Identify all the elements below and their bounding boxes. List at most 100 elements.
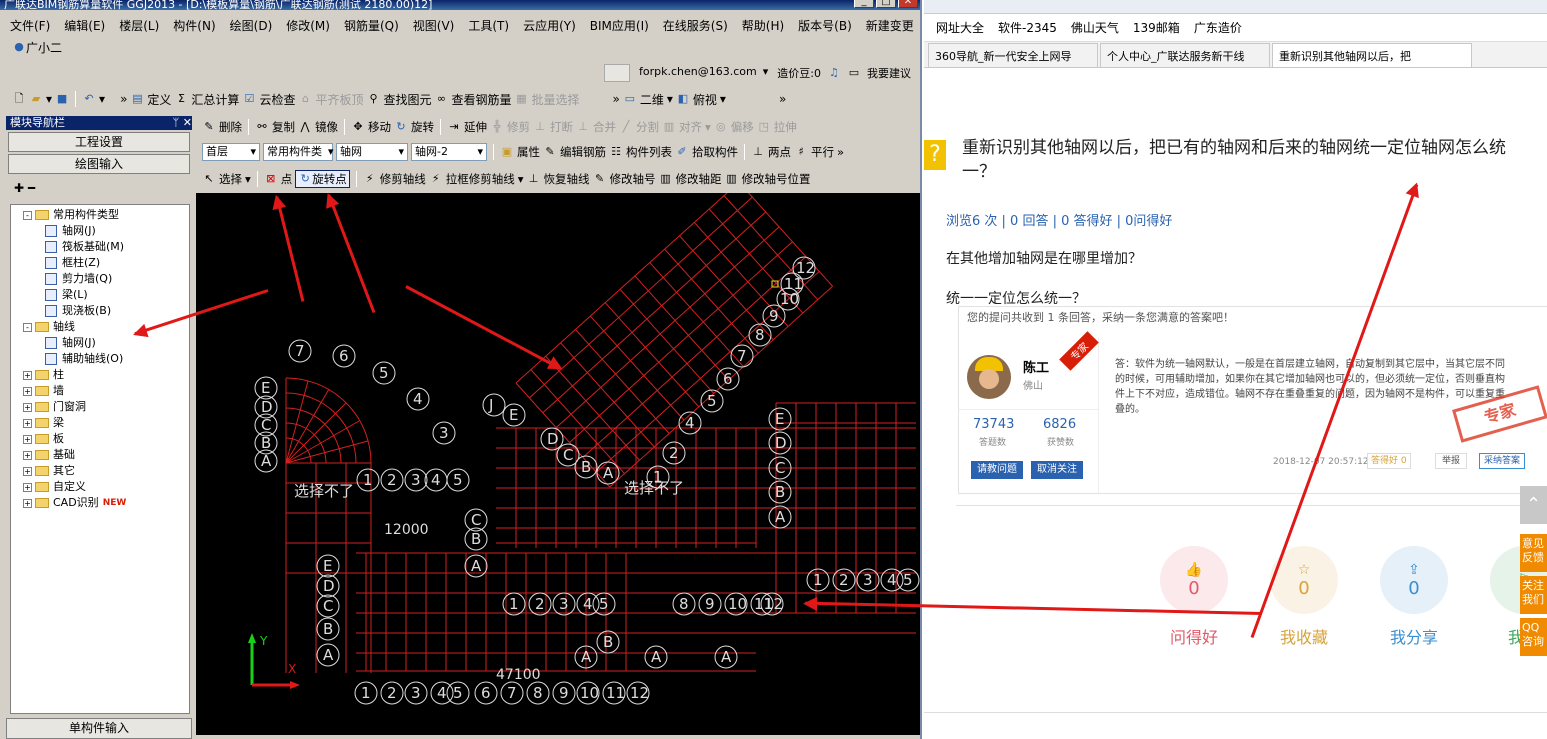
tree-item[interactable]: + 梁 <box>11 415 189 431</box>
menu-item[interactable]: 修改(M) <box>286 17 330 34</box>
expand-icon[interactable]: + <box>23 386 32 396</box>
bookmark-item[interactable]: 网址大全 <box>936 19 984 36</box>
open-icon[interactable]: ▰ <box>29 92 43 106</box>
expand-icon[interactable]: + <box>23 402 32 412</box>
menu-item[interactable]: 视图(V) <box>413 17 455 34</box>
menu-item[interactable]: 新建变更 <box>866 17 914 34</box>
browser-tab[interactable]: 360导航_新一代安全上网导 <box>928 43 1098 67</box>
edit-axis-pos-button[interactable]: 修改轴号位置 <box>742 171 811 187</box>
close-button[interactable]: ✕ <box>898 0 918 8</box>
single-component-input[interactable]: 单构件输入 <box>6 718 192 739</box>
menu-item[interactable]: 绘图(D) <box>230 17 273 34</box>
expand-icon[interactable]: + <box>23 450 32 460</box>
trim-button[interactable]: 修剪 <box>507 119 530 135</box>
browser-tab[interactable]: 个人中心_广联达服务新干线 <box>1100 43 1270 67</box>
tree-item[interactable]: 轴网(J) <box>11 335 189 351</box>
tree-item[interactable]: + 柱 <box>11 367 189 383</box>
menu-item[interactable]: 构件(N) <box>173 17 215 34</box>
define-button[interactable]: 定义 <box>147 91 171 108</box>
extend-button[interactable]: 延伸 <box>464 119 487 135</box>
undo-icon[interactable]: ↶ <box>82 92 96 106</box>
edit-rebar-button[interactable]: 编辑钢筋 <box>560 144 606 160</box>
edit-axis-dist-button[interactable]: 修改轴距 <box>676 171 722 187</box>
offset-button[interactable]: 偏移 <box>731 119 754 135</box>
align-button[interactable]: 对齐 <box>679 119 702 135</box>
draw-input-button[interactable]: 绘图输入 <box>8 154 190 174</box>
menu-item[interactable]: 工具(T) <box>468 17 509 34</box>
tree-item[interactable]: 轴网(J) <box>11 223 189 239</box>
drawing-canvas[interactable]: 7 6 5 4 3 E D C B A 1 2 3 4 5 E D C B A 1 2 3 4 5 6 7 8 9 10 11 12 1 2 3 4 5… <box>196 193 920 735</box>
find-button[interactable]: 查找图元 <box>383 91 431 108</box>
maximize-button[interactable]: □ <box>876 0 896 8</box>
answerer-name[interactable]: 陈工 <box>1023 357 1049 376</box>
bookmark-item[interactable]: 广东造价 <box>1194 19 1242 36</box>
side-button[interactable]: 意见反馈 <box>1520 534 1547 572</box>
expand-icon[interactable]: - <box>23 210 32 220</box>
accept-button[interactable]: 采纳答案 <box>1479 453 1526 469</box>
tree-item[interactable]: 框柱(Z) <box>11 255 189 271</box>
action-item[interactable]: 👍 0 问得好 <box>1160 546 1228 648</box>
rotate-point-button[interactable]: ↻ 旋转点 <box>295 170 350 188</box>
suggest-link[interactable]: 我要建议 <box>867 65 911 81</box>
tree-item[interactable]: + 墙 <box>11 383 189 399</box>
tree-item[interactable]: 辅助轴线(O) <box>11 351 189 367</box>
menu-item[interactable]: 编辑(E) <box>64 17 105 34</box>
stretch-button[interactable]: 拉伸 <box>774 119 797 135</box>
trim-axis-button[interactable]: 修剪轴线 <box>380 171 426 187</box>
merge-button[interactable]: 合并 <box>593 119 616 135</box>
bell-icon[interactable]: ♫ <box>827 66 841 80</box>
tree-item[interactable]: + 基础 <box>11 447 189 463</box>
bookmark-item[interactable]: 软件-2345 <box>998 19 1057 36</box>
action-item[interactable]: ⇪ 0 我分享 <box>1380 546 1448 648</box>
expand-collapse[interactable]: ✚ ━ <box>6 176 192 196</box>
account-dropdown[interactable]: forpk.chen@163.com ▾ <box>636 64 771 82</box>
floor-select[interactable]: 首层 ▾ <box>202 143 260 161</box>
move-button[interactable]: 移动 <box>368 119 391 135</box>
tree-item[interactable]: - 常用构件类型 <box>11 207 189 223</box>
menu-item[interactable]: 版本号(B) <box>798 17 852 34</box>
side-button[interactable]: QQ咨询 <box>1520 618 1547 656</box>
type-select[interactable]: 常用构件类 ▾ <box>263 143 334 161</box>
view-rebar-button[interactable]: 查看钢筋量 <box>451 91 511 108</box>
box-trim-button[interactable]: 拉框修剪轴线 <box>446 171 515 187</box>
project-setup-button[interactable]: 工程设置 <box>8 132 190 152</box>
tree-item[interactable]: 筏板基础(M) <box>11 239 189 255</box>
menu-item[interactable]: 帮助(H) <box>742 17 784 34</box>
expand-icon[interactable]: + <box>23 370 32 380</box>
menu-item[interactable]: 楼层(L) <box>119 17 159 34</box>
back-to-top-button[interactable]: ⌃ <box>1520 486 1547 524</box>
assistant[interactable]: ● 广小二 <box>12 38 62 56</box>
menu-item[interactable]: 钢筋量(Q) <box>344 17 399 34</box>
expand-icon[interactable]: + <box>23 482 32 492</box>
flush-button[interactable]: 平齐板顶 <box>315 91 363 108</box>
bookmark-item[interactable]: 佛山天气 <box>1071 19 1119 36</box>
menu-item[interactable]: 云应用(Y) <box>523 17 576 34</box>
browser-tab[interactable]: 重新识别其他轴网以后，把 <box>1272 43 1472 67</box>
minimize-button[interactable]: _ <box>854 0 874 8</box>
save-icon[interactable]: ■ <box>55 92 69 106</box>
property-button[interactable]: 属性 <box>517 144 540 160</box>
tree-item[interactable]: + 其它 <box>11 463 189 479</box>
ask-button[interactable]: 请教问题 <box>971 461 1023 479</box>
tree-item[interactable]: + CAD识别 NEW <box>11 495 189 511</box>
restore-axis-button[interactable]: 恢复轴线 <box>544 171 590 187</box>
side-button[interactable]: 关注我们 <box>1520 576 1547 614</box>
menu-item[interactable]: 文件(F) <box>10 17 50 34</box>
cloud-check-button[interactable]: 云检查 <box>259 91 295 108</box>
tree-item[interactable]: + 自定义 <box>11 479 189 495</box>
tree-item[interactable]: + 板 <box>11 431 189 447</box>
category-select[interactable]: 轴网 ▾ <box>336 143 408 161</box>
sum-button[interactable]: 汇总计算 <box>191 91 239 108</box>
tree-item[interactable]: 剪力墙(Q) <box>11 271 189 287</box>
view-dropdown[interactable]: 俯视 <box>693 91 717 108</box>
menu-item[interactable]: BIM应用(I) <box>590 17 649 34</box>
menu-item[interactable]: 在线服务(S) <box>663 17 728 34</box>
delete-button[interactable]: 删除 <box>219 119 242 135</box>
tree-item[interactable]: 梁(L) <box>11 287 189 303</box>
pin-close[interactable]: ᛘ ✕ <box>173 116 192 130</box>
rotate-button[interactable]: 旋转 <box>411 119 434 135</box>
expand-icon[interactable]: - <box>23 322 32 332</box>
tree-item[interactable]: 现浇板(B) <box>11 303 189 319</box>
batch-select-button[interactable]: 批量选择 <box>532 91 580 108</box>
new-icon[interactable]: 🗋 <box>12 92 26 106</box>
